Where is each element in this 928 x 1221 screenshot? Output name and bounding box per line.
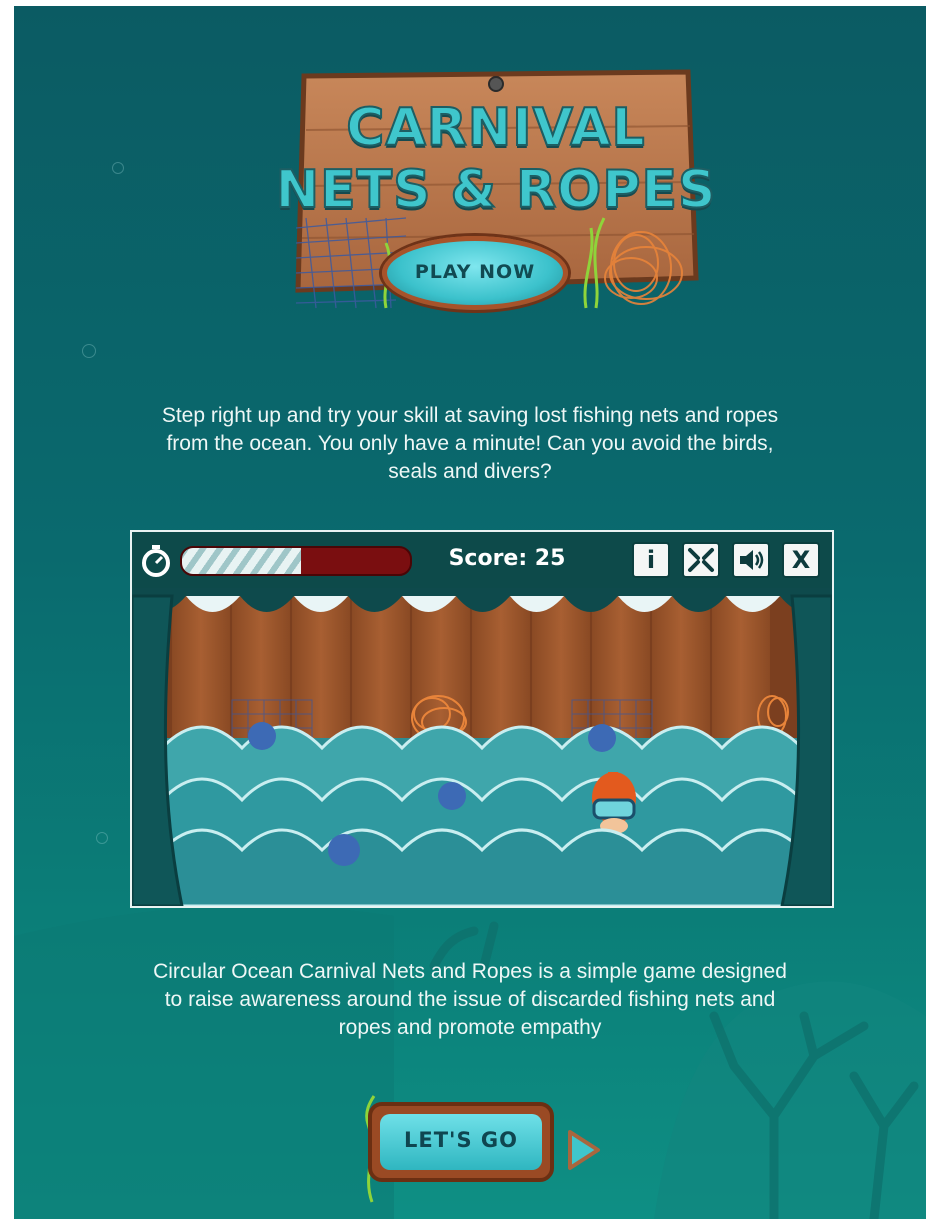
lets-go-button-face: LET'S GO [380,1114,542,1170]
intro-text: Step right up and try your skill at savi… [14,402,926,486]
about-text: Circular Ocean Carnival Nets and Ropes i… [14,958,926,1042]
fullscreen-button[interactable] [682,542,720,578]
close-game-button[interactable]: X [782,542,820,578]
game-landing-page: CARNIVAL NETS & ROPES PLAY NOW Step righ… [14,6,926,1219]
score-display: Score: 25 [448,546,566,571]
info-button[interactable]: i [632,542,670,578]
logo-title-line1: CARNIVAL [345,97,646,159]
play-arrow-icon[interactable] [566,1128,602,1172]
game-logo-sign: CARNIVAL NETS & ROPES PLAY NOW [275,68,716,336]
game-hud: Score: 25 i X [132,532,832,588]
game-preview[interactable]: Score: 25 i X [130,530,834,908]
logo-title-line2: NETS & ROPES [275,159,717,221]
play-now-button[interactable]: PLAY NOW [382,236,568,310]
lets-go-label: LET'S GO [403,1128,518,1152]
play-now-label: PLAY NOW [414,261,536,283]
lets-go-button[interactable]: LET'S GO [368,1102,554,1182]
fullscreen-icon [688,548,714,572]
speaker-icon [740,550,764,570]
timer-fill [182,548,301,574]
game-stage [132,588,832,906]
timer-bar [180,546,412,576]
intro-paragraph: Step right up and try your skill at savi… [161,404,779,483]
stopwatch-icon [142,545,170,577]
sound-button[interactable] [732,542,770,578]
about-paragraph: Circular Ocean Carnival Nets and Ropes i… [153,960,787,1039]
